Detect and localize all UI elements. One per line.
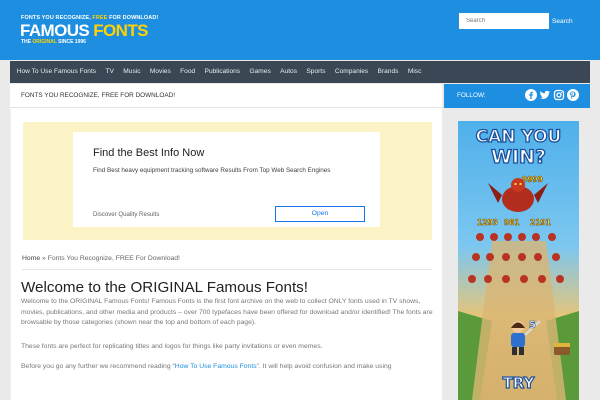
breadcrumb-home[interactable]: Home [22, 255, 40, 262]
nav-item-sports[interactable]: Sports [302, 61, 330, 83]
nav-item-music[interactable]: Music [119, 61, 146, 83]
breadcrumb-current: Fonts You Recognize, FREE For Download! [47, 255, 180, 262]
nav-item-games[interactable]: Games [245, 61, 276, 83]
ad-description: Find Best heavy equipment tracking softw… [93, 167, 331, 174]
site-logo[interactable]: FAMOUS FONTS [20, 21, 148, 41]
site-header: FONTS YOU RECOGNIZE, FREE FOR DOWNLOAD! … [0, 0, 600, 60]
para3-suffix: ”. It will help avoid confusion and make… [256, 363, 392, 370]
game-number-4: 2191 [530, 218, 551, 227]
follow-bar: FOLLOW: [444, 84, 590, 108]
search-button[interactable]: Search [549, 13, 575, 29]
main-nav: How To Use Famous Fonts TV Music Movies … [10, 61, 590, 83]
game-ad-headline-2: WIN? [491, 146, 546, 168]
follow-label: FOLLOW: [457, 92, 486, 99]
game-ad[interactable]: CAN YOU WIN? 9999 1293 981 2191 5 TRY [458, 121, 579, 400]
game-number-1: 9999 [522, 175, 543, 184]
ad-banner: Find the Best Info Now Find Best heavy e… [23, 122, 432, 240]
divider [22, 269, 432, 270]
page-heading: FONTS YOU RECOGNIZE, FREE FOR DOWNLOAD! [21, 92, 175, 99]
nav-item-tv[interactable]: TV [101, 61, 119, 83]
main-content: FONTS YOU RECOGNIZE, FREE FOR DOWNLOAD! … [10, 84, 442, 400]
ad-title[interactable]: Find the Best Info Now [93, 147, 204, 159]
nav-item-brands[interactable]: Brands [373, 61, 403, 83]
breadcrumb-separator: » [40, 255, 48, 262]
article-paragraph-1: Welcome to the ORIGINAL Famous Fonts! Fa… [21, 298, 433, 326]
game-number-5: 5 [529, 320, 536, 331]
nav-item-how-to-use[interactable]: How To Use Famous Fonts [12, 61, 101, 83]
twitter-icon[interactable] [539, 89, 551, 101]
game-number-2: 1293 [477, 218, 498, 227]
nav-item-food[interactable]: Food [175, 61, 199, 83]
page-heading-bar: FONTS YOU RECOGNIZE, FREE FOR DOWNLOAD! [10, 84, 442, 108]
facebook-icon[interactable] [525, 89, 537, 101]
ad-card[interactable]: Find the Best Info Now Find Best heavy e… [73, 132, 380, 227]
game-ad-cta[interactable]: TRY [502, 373, 536, 392]
pinterest-icon[interactable] [567, 89, 579, 101]
nav-item-publications[interactable]: Publications [200, 61, 245, 83]
nav-item-movies[interactable]: Movies [145, 61, 175, 83]
instagram-icon[interactable] [553, 89, 565, 101]
ad-open-button[interactable]: Open [275, 206, 365, 222]
article-paragraph-2: These fonts are perfect for replicating … [21, 343, 323, 350]
logo-sub-original: ORIGINAL [32, 39, 57, 45]
logo-subline: THE ORIGINAL SINCE 1996 [21, 39, 86, 45]
game-number-3: 981 [504, 218, 520, 227]
logo-sub-suffix: SINCE 1996 [56, 39, 86, 45]
nav-item-misc[interactable]: Misc [403, 61, 426, 83]
article-title: Welcome to the ORIGINAL Famous Fonts! [21, 279, 308, 296]
nav-item-autos[interactable]: Autos [275, 61, 301, 83]
article-paragraph-3: Before you go any further we recommend r… [21, 362, 435, 373]
para3-prefix: Before you go any further we recommend r… [21, 363, 175, 370]
logo-word-fonts: FONTS [89, 21, 148, 40]
breadcrumb: Home » Fonts You Recognize, FREE For Dow… [22, 255, 180, 262]
ad-source: Discover Quality Results [93, 211, 160, 218]
search-input[interactable] [459, 13, 549, 29]
game-ad-headline-1: CAN YOU [476, 127, 562, 147]
logo-word-famous: FAMOUS [20, 21, 90, 40]
how-to-use-link[interactable]: How To Use Famous Fonts [175, 363, 257, 370]
content-body: Find the Best Info Now Find Best heavy e… [10, 109, 442, 400]
game-ad-art: CAN YOU WIN? 9999 1293 981 2191 5 TRY [458, 121, 579, 400]
nav-item-companies[interactable]: Companies [330, 61, 373, 83]
sidebar: FOLLOW: CAN YOU WIN? 9999 1293 981 2191 … [444, 84, 590, 400]
logo-sub-prefix: THE [21, 39, 33, 45]
